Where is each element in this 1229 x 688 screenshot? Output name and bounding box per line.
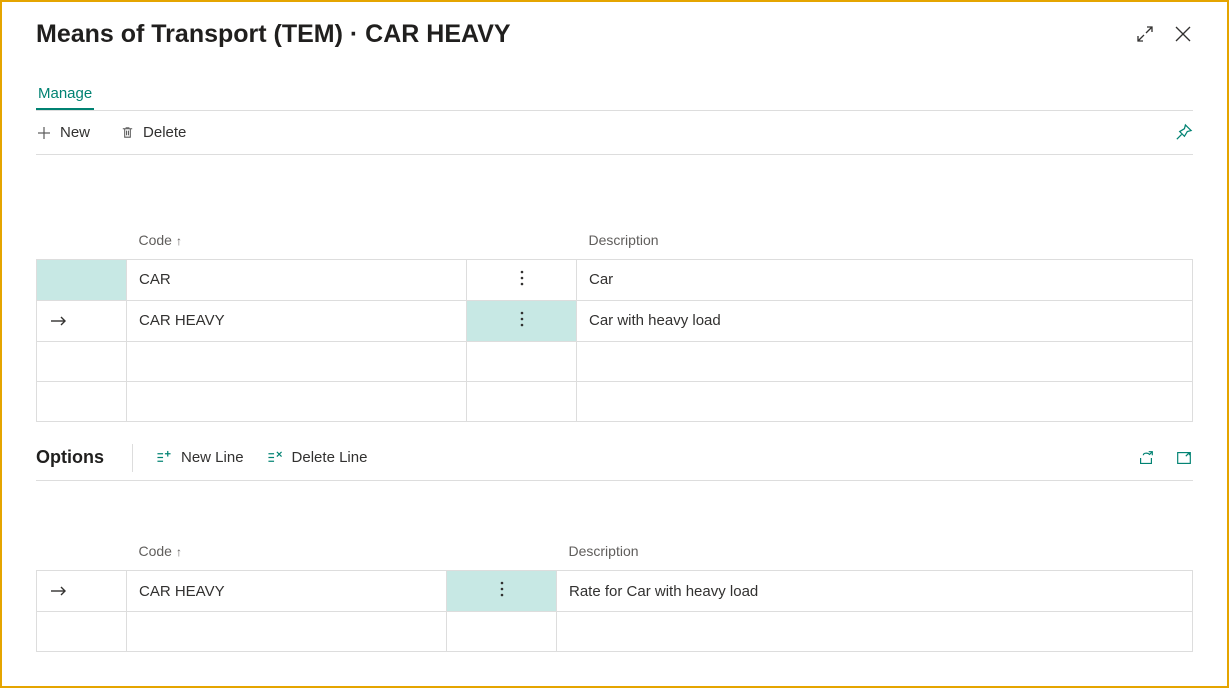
grid-header-row: Code ↑ Description: [37, 219, 1193, 259]
grid-header-code[interactable]: Code ↑: [127, 219, 467, 259]
table-row[interactable]: [37, 341, 1193, 381]
options-left: Options New Line: [36, 444, 367, 472]
main-grid-wrap: Code ↑ Description CAR Car CAR HEAVY Car wit…: [36, 219, 1193, 422]
row-menu[interactable]: [467, 341, 577, 381]
popout-icon[interactable]: [1175, 449, 1193, 467]
cell-description[interactable]: Car with heavy load: [577, 300, 1193, 341]
delete-line-button[interactable]: Delete Line: [266, 449, 368, 466]
divider: [36, 154, 1193, 155]
cell-code[interactable]: [127, 612, 447, 652]
new-line-button[interactable]: New Line: [155, 449, 244, 466]
row-indicator[interactable]: [37, 612, 127, 652]
header-desc-label: Description: [569, 543, 639, 559]
cell-code[interactable]: CAR: [127, 259, 467, 300]
main-grid: Code ↑ Description CAR Car CAR HEAVY Car wit…: [36, 219, 1193, 422]
window-frame: Means of Transport (TEM) · CAR HEAVY Man…: [0, 0, 1229, 688]
cell-description[interactable]: [557, 612, 1193, 652]
new-button[interactable]: New: [36, 124, 90, 141]
arrow-right-icon: [49, 315, 114, 327]
plus-icon: [36, 125, 52, 141]
new-line-label: New Line: [181, 449, 244, 466]
pin-icon[interactable]: [1174, 123, 1193, 142]
sort-asc-icon: ↑: [176, 234, 182, 248]
expand-icon[interactable]: [1135, 24, 1155, 44]
row-menu[interactable]: [447, 612, 557, 652]
options-label: Options: [36, 447, 110, 468]
vertical-dots-icon: [520, 311, 524, 327]
row-menu[interactable]: [467, 259, 577, 300]
title-bar: Means of Transport (TEM) · CAR HEAVY: [36, 20, 1193, 49]
cell-code[interactable]: [127, 341, 467, 381]
vertical-dots-icon: [500, 581, 504, 597]
cell-description[interactable]: [577, 341, 1193, 381]
new-line-icon: [155, 450, 173, 465]
sort-asc-icon: ↑: [176, 545, 182, 559]
row-menu[interactable]: [467, 300, 577, 341]
row-indicator[interactable]: [37, 300, 127, 341]
row-indicator[interactable]: [37, 571, 127, 612]
cell-description[interactable]: Car: [577, 259, 1193, 300]
cell-description[interactable]: Rate for Car with heavy load: [557, 571, 1193, 612]
toolbar: New Delete: [36, 111, 1193, 154]
page-title: Means of Transport (TEM) · CAR HEAVY: [36, 20, 511, 49]
cell-description[interactable]: [577, 381, 1193, 421]
divider-vertical: [132, 444, 133, 472]
vertical-dots-icon: [520, 270, 524, 286]
cell-code[interactable]: CAR HEAVY: [127, 300, 467, 341]
share-icon[interactable]: [1137, 449, 1155, 467]
grid-header-indicator: [37, 219, 127, 259]
cell-code[interactable]: [127, 381, 467, 421]
grid-header-row: Code ↑ Description: [37, 531, 1193, 571]
delete-button-label: Delete: [143, 124, 186, 141]
trash-icon: [120, 125, 135, 140]
header-code-label: Code: [139, 543, 172, 559]
cell-code[interactable]: CAR HEAVY: [127, 571, 447, 612]
grid-header-indicator: [37, 531, 127, 571]
table-row[interactable]: CAR HEAVY Car with heavy load: [37, 300, 1193, 341]
options-right: [1137, 449, 1193, 467]
close-icon[interactable]: [1173, 24, 1193, 44]
table-row[interactable]: CAR HEAVY Rate for Car with heavy load: [37, 571, 1193, 612]
delete-line-label: Delete Line: [292, 449, 368, 466]
grid-header-menu: [467, 219, 577, 259]
grid-header-desc[interactable]: Description: [577, 219, 1193, 259]
new-button-label: New: [60, 124, 90, 141]
sub-grid: Code ↑ Description CAR HEAVY Rate for Car …: [36, 531, 1193, 653]
delete-button[interactable]: Delete: [120, 124, 186, 141]
page-content: Means of Transport (TEM) · CAR HEAVY Man…: [2, 2, 1227, 652]
sub-grid-wrap: Code ↑ Description CAR HEAVY Rate for Car …: [36, 531, 1193, 653]
delete-line-icon: [266, 450, 284, 465]
grid-header-desc[interactable]: Description: [557, 531, 1193, 571]
grid-header-menu: [447, 531, 557, 571]
header-desc-label: Description: [589, 232, 659, 248]
table-row[interactable]: [37, 381, 1193, 421]
grid-header-code[interactable]: Code ↑: [127, 531, 447, 571]
toolbar-left: New Delete: [36, 124, 186, 141]
table-row[interactable]: CAR Car: [37, 259, 1193, 300]
arrow-right-icon: [49, 585, 114, 597]
options-bar: Options New Line: [36, 444, 1193, 481]
header-code-label: Code: [139, 232, 172, 248]
title-controls: [1135, 24, 1193, 44]
table-row[interactable]: [37, 612, 1193, 652]
row-indicator[interactable]: [37, 259, 127, 300]
row-indicator[interactable]: [37, 381, 127, 421]
tab-manage[interactable]: Manage: [36, 85, 94, 110]
row-menu[interactable]: [467, 381, 577, 421]
row-indicator[interactable]: [37, 341, 127, 381]
nav-tabs: Manage: [36, 85, 1193, 110]
row-menu[interactable]: [447, 571, 557, 612]
